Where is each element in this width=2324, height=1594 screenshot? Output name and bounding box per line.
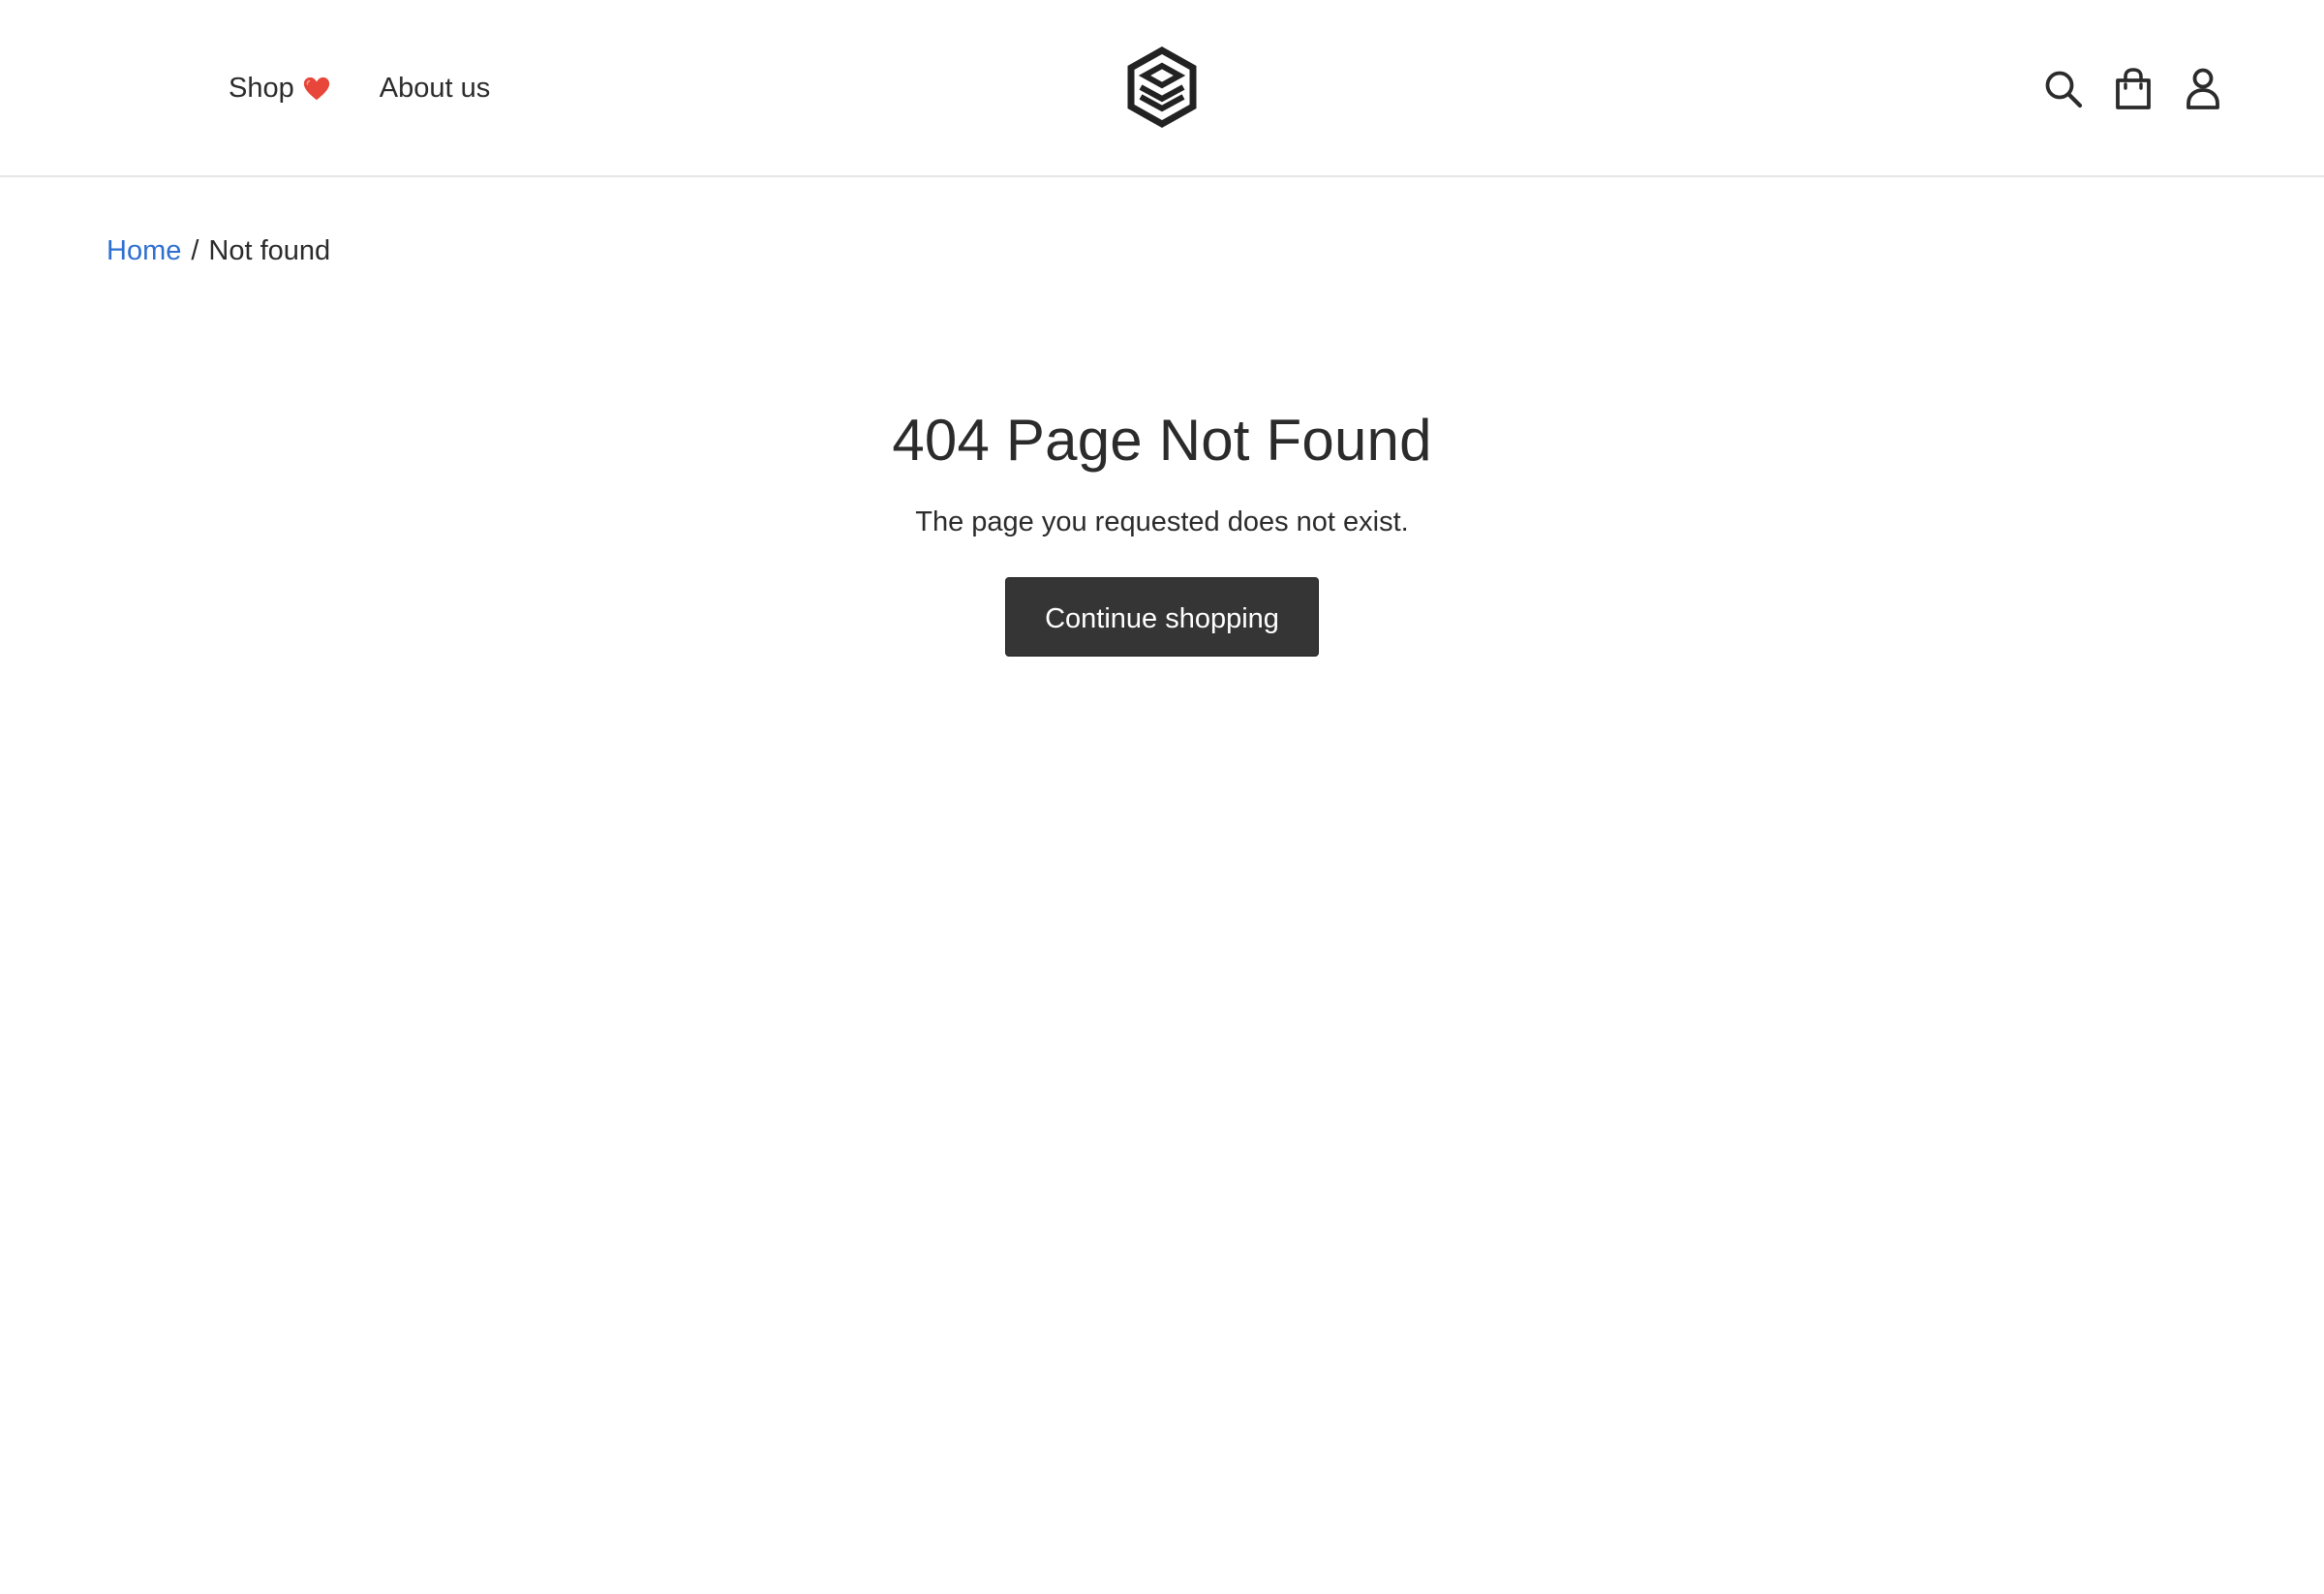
header-icons — [2043, 0, 2223, 177]
cart-button[interactable] — [2113, 66, 2154, 112]
search-icon — [2045, 71, 2083, 107]
store-logo[interactable] — [1125, 46, 1199, 130]
heart-icon — [303, 77, 329, 100]
main-nav: Shop About us — [229, 0, 490, 177]
nav-shop-link[interactable]: Shop — [229, 73, 331, 105]
breadcrumb-separator: / — [191, 235, 199, 266]
breadcrumb-current: Not found — [208, 235, 331, 266]
main-content: 404 Page Not Found The page you requeste… — [0, 407, 2324, 657]
error-message: The page you requested does not exist. — [915, 506, 1409, 537]
breadcrumb-home-link[interactable]: Home — [107, 235, 181, 267]
continue-shopping-button[interactable]: Continue shopping — [1005, 577, 1319, 657]
site-header: Shop About us — [0, 0, 2324, 177]
search-button[interactable] — [2043, 66, 2084, 112]
nav-about-link[interactable]: About us — [380, 73, 490, 105]
nav-shop-label: Shop — [229, 73, 294, 104]
breadcrumb: Home / Not found — [107, 235, 330, 267]
account-button[interactable] — [2183, 66, 2223, 112]
shopping-bag-icon — [2116, 67, 2151, 109]
page-title: 404 Page Not Found — [892, 408, 1432, 473]
account-icon — [2186, 68, 2219, 109]
